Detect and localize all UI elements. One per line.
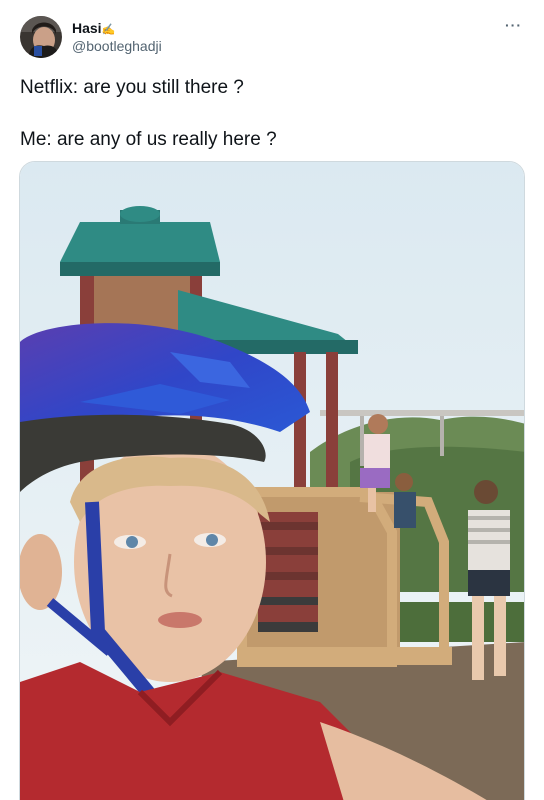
display-name-emoji: ✍ — [101, 24, 116, 36]
tweet-photo[interactable] — [19, 161, 525, 800]
tweet-text-line-2: Me: are any of us really here ? — [20, 129, 277, 150]
avatar[interactable] — [20, 16, 62, 58]
avatar-image — [20, 16, 62, 58]
more-options-icon[interactable]: ··· — [505, 17, 522, 33]
tweet-text-line-1: Netflix: are you still there ? — [20, 77, 244, 98]
tweet-card: Hasi✍ @bootleghadji ··· Netflix: are you… — [0, 0, 544, 800]
display-name-text: Hasi — [72, 20, 102, 36]
user-handle[interactable]: @bootleghadji — [72, 38, 162, 54]
display-name[interactable]: Hasi✍ — [72, 20, 115, 38]
photo-playground-kid-helmet — [20, 162, 524, 800]
